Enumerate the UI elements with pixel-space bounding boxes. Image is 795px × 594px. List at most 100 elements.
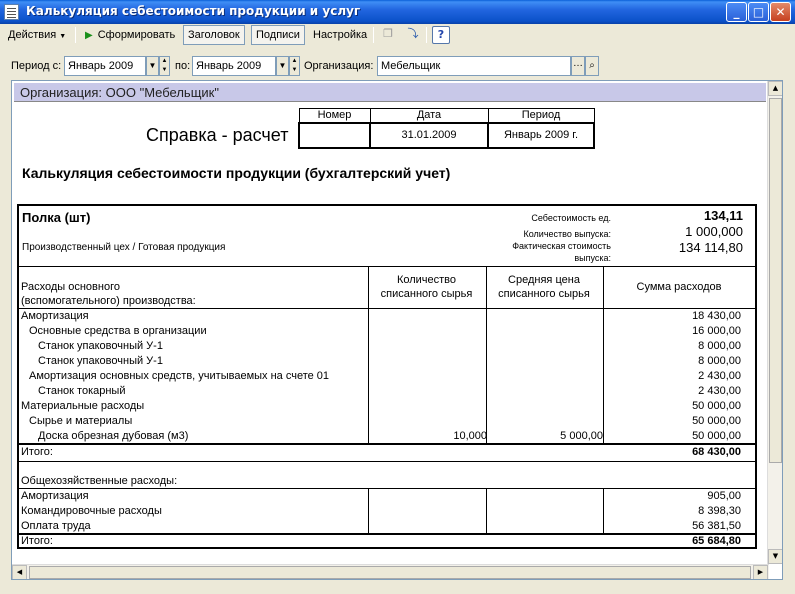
generate-label: Сформировать [97,29,176,41]
vertical-scrollbar[interactable]: ▲ ▼ [767,81,782,564]
report-title: Калькуляция себестоимости продукции (бух… [22,165,451,181]
period-to-dropdown-icon[interactable]: ▼ [276,56,289,76]
row-sum: 8 398,30 [698,505,741,517]
period-from-field[interactable]: Январь 2009 [64,56,146,76]
table-row: Амортизация 905,00 [19,489,755,504]
chevron-down-icon: ▼ [59,33,67,40]
period-from-dropdown-icon[interactable]: ▼ [146,56,159,76]
unit-cost-label: Себестоимость ед. [531,213,611,223]
toolbar-separator [75,27,76,43]
actions-label: Действия [8,29,57,41]
table-row: Станок токарный 2 430,00 [19,384,755,399]
row-sum: 50 000,00 [692,400,741,412]
horizontal-scrollbar[interactable]: ◀ ▶ [12,564,769,579]
table-row: Командировочные расходы 8 398,30 [19,504,755,519]
ellipsis-icon[interactable]: … [571,56,585,76]
document-title: Справка - расчет [146,125,289,145]
calculation-table: Полка (шт) Производственный цех / Готова… [17,204,757,549]
minimize-icon[interactable]: _ [726,2,747,22]
period-to-label: по: [175,60,191,72]
signatures-toggle-button[interactable]: Подписи [251,25,305,45]
scroll-thumb[interactable] [769,98,782,463]
product-name: Полка (шт) [22,210,91,225]
actual-cost-label-2: выпуска: [574,253,611,263]
period-to-spinner[interactable]: ▲ ▼ [289,56,300,76]
row-name: Амортизация [21,310,89,322]
period-from-spinner[interactable]: ▲ ▼ [159,56,170,76]
header-period-label: Период [487,108,595,123]
document-icon [4,4,19,20]
window-title: Калькуляция себестоимости продукции и ус… [26,4,361,18]
column-headers: Расходы основного (вспомогательного) про… [19,266,755,309]
row-sum: 8 000,00 [698,355,741,367]
row-name: Командировочные расходы [21,505,162,517]
row-sum: 50 000,00 [692,415,741,427]
total-row: Итого: 65 684,80 [19,534,755,549]
row-sum: 8 000,00 [698,340,741,352]
scroll-thumb[interactable] [29,566,751,579]
report-document[interactable]: Организация: ООО "Мебельщик" Справка - р… [11,80,783,580]
col-expenses-header-2: (вспомогательного) производства: [21,295,196,307]
col-price-header: Средняя цена [508,274,580,286]
scroll-right-icon[interactable]: ▶ [753,565,768,579]
play-icon: ▶ [85,30,93,41]
actions-menu-button[interactable]: Действия ▼ [3,25,71,45]
row-name: Основные средства в организации [29,325,207,337]
general-expenses-heading: Общехозяйственные расходы: [19,474,755,489]
table-row: Станок упаковочный У-1 8 000,00 [19,339,755,354]
table-row: Оплата труда 56 381,50 [19,519,755,534]
general-expenses-label: Общехозяйственные расходы: [21,475,178,487]
col-expenses-header: Расходы основного [21,281,120,293]
scroll-up-icon[interactable]: ▲ [768,81,782,96]
organization-banner: Организация: ООО "Мебельщик" [14,83,766,102]
table-row: Сырье и материалы 50 000,00 [19,414,755,429]
quantity-label: Количество выпуска: [523,229,612,239]
unit-cost-value: 134,11 [703,208,743,223]
row-sum: 56 381,50 [692,520,741,532]
header-toggle-button[interactable]: Заголовок [183,25,245,45]
header-period-value: Январь 2009 г. [487,121,595,149]
row-name: Амортизация основных средств, учитываемы… [29,370,330,382]
row-divider [19,461,755,462]
copy-icon[interactable]: ❐ [379,26,397,44]
generate-button[interactable]: ▶ Сформировать [80,25,180,45]
quantity-value: 1 000,000 [685,224,743,239]
col-quantity-header: Количество [396,274,457,286]
scroll-down-icon[interactable]: ▼ [768,549,782,564]
row-price: 5 000,00 [560,430,603,442]
close-icon[interactable]: ✕ [770,2,791,22]
row-name: Амортизация [21,490,89,502]
settings-button[interactable]: Настройка [308,25,372,45]
header-number-value [298,121,371,149]
organization-field[interactable]: Мебельщик [377,56,571,76]
table-row: Доска обрезная дубовая (м3) 10,000 5 000,0… [19,429,755,444]
scroll-left-icon[interactable]: ◀ [12,565,27,579]
row-sum: 2 430,00 [698,385,741,397]
toolbar-separator [426,27,427,43]
product-subdivision: Производственный цех / Готовая продукция [22,242,226,253]
period-from-label: Период с: [11,60,62,72]
actual-cost-label: Фактическая стоимость [512,241,611,251]
help-icon[interactable]: ? [432,26,450,44]
row-sum: 16 000,00 [692,325,741,337]
toolbar: Действия ▼ ▶ Сформировать Заголовок Подпи… [0,24,795,46]
period-to-field[interactable]: Январь 2009 [192,56,276,76]
col-sum-header: Сумма расходов [636,281,722,293]
header-number-label: Номер [298,108,371,123]
row-sum: 18 430,00 [692,310,741,322]
toolbar-separator [373,27,374,43]
col-price-header-2: списанного сырья [498,288,590,300]
goto-icon[interactable]: ⤵ [404,26,422,44]
row-quantity: 10,000 [453,430,487,442]
search-icon[interactable]: ⌕ [585,56,599,76]
row-name: Станок токарный [38,385,126,397]
actual-cost-value: 134 114,80 [678,240,743,255]
total-label: Итого: [21,446,53,458]
table-row: Станок упаковочный У-1 8 000,00 [19,354,755,369]
row-name: Оплата труда [21,520,91,532]
total-value: 65 684,80 [692,535,741,547]
organization-label: Организация: [304,60,374,72]
row-name: Станок упаковочный У-1 [38,340,163,352]
total-row: Итого: 68 430,00 [19,445,755,460]
maximize-icon[interactable]: □ [748,2,769,22]
